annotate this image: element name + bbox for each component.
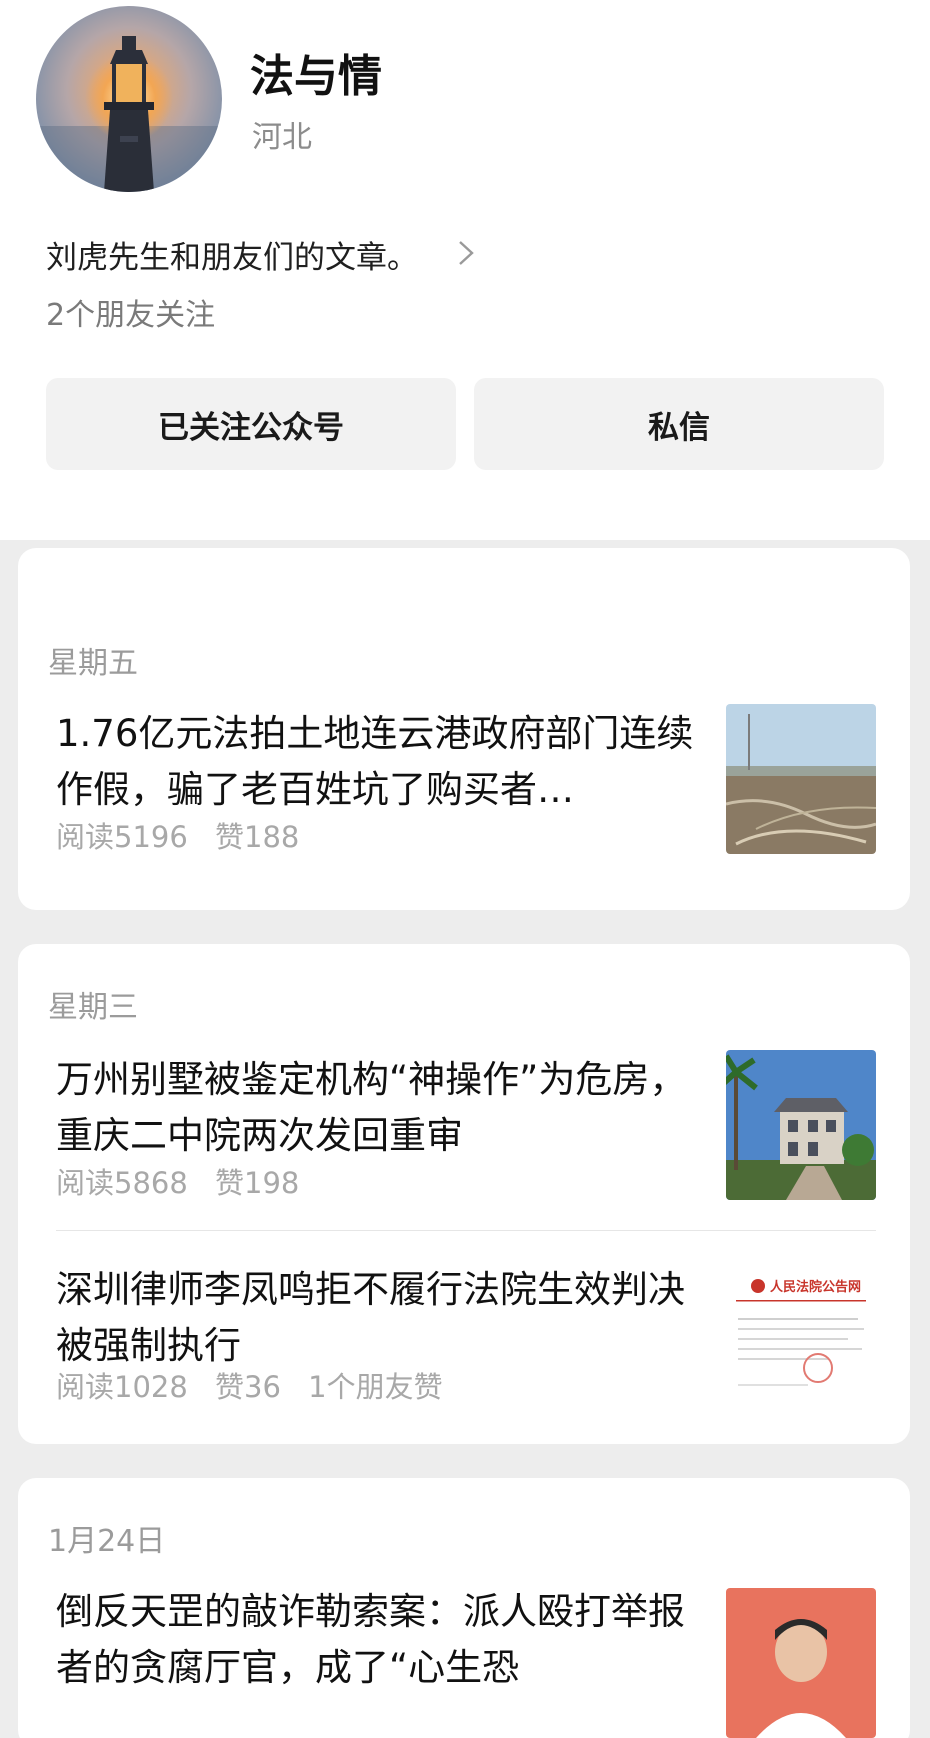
avatar[interactable] (36, 6, 222, 192)
article-thumbnail[interactable] (726, 704, 876, 854)
article-thumbnail[interactable] (726, 1588, 876, 1738)
feed-date: 星期三 (48, 990, 138, 1025)
article-title[interactable]: 倒反天罡的敲诈勒索案：派人殴打举报者的贪腐厅官，成了“心生恐 (56, 1584, 706, 1696)
friends-following-count: 2个朋友关注 (46, 298, 216, 333)
court-notice-image: 人民法院公告网 (726, 1256, 876, 1406)
lighthouse-icon (36, 36, 222, 192)
friend-like-count: 1个朋友赞 (308, 1370, 443, 1404)
article-title[interactable]: 万州别墅被鉴定机构“神操作”为危房，重庆二中院两次发回重审 (56, 1052, 706, 1164)
followed-account-button[interactable]: 已关注公众号 (46, 378, 456, 470)
like-count: 赞36 (215, 1370, 281, 1404)
read-count: 阅读1028 (56, 1370, 188, 1404)
read-count: 阅读5868 (56, 1166, 188, 1200)
article-feed: 星期五 1.76亿元法拍土地连云港政府部门连续作假，骗了老百姓坑了购买者… 阅读… (0, 540, 930, 1738)
article-title[interactable]: 深圳律师李凤鸣拒不履行法院生效判决被强制执行 (56, 1262, 706, 1374)
account-intro[interactable]: 刘虎先生和朋友们的文章。 (46, 232, 418, 277)
article-stats: 阅读5868 赞198 (56, 1160, 317, 1202)
person-image (726, 1588, 876, 1738)
villa-image (726, 1050, 876, 1200)
read-count: 阅读5196 (56, 820, 188, 854)
article-thumbnail[interactable]: 人民法院公告网 (726, 1256, 876, 1406)
profile-header: 法与情 河北 刘虎先生和朋友们的文章。 2个朋友关注 已关注公众号 私信 (0, 0, 930, 540)
feed-card: 1月24日 倒反天罡的敲诈勒索案：派人殴打举报者的贪腐厅官，成了“心生恐 (18, 1478, 910, 1738)
private-message-button[interactable]: 私信 (474, 378, 884, 470)
article-title[interactable]: 1.76亿元法拍土地连云港政府部门连续作假，骗了老百姓坑了购买者… (56, 706, 706, 818)
field-image (726, 704, 876, 854)
account-region: 河北 (252, 120, 312, 155)
article-stats: 阅读5196 赞188 (56, 814, 317, 856)
thumbnail-caption: 人民法院公告网 (770, 1279, 861, 1295)
feed-card: 星期三 万州别墅被鉴定机构“神操作”为危房，重庆二中院两次发回重审 阅读5868… (18, 944, 910, 1444)
feed-date: 1月24日 (48, 1524, 166, 1559)
divider (56, 1230, 876, 1231)
like-count: 赞188 (215, 820, 300, 854)
like-count: 赞198 (215, 1166, 300, 1200)
feed-date: 星期五 (48, 646, 138, 681)
feed-card: 星期五 1.76亿元法拍土地连云港政府部门连续作假，骗了老百姓坑了购买者… 阅读… (18, 548, 910, 910)
account-name: 法与情 (250, 51, 382, 102)
chevron-right-icon[interactable] (454, 238, 478, 268)
article-stats: 阅读1028 赞36 1个朋友赞 (56, 1364, 461, 1406)
article-thumbnail[interactable] (726, 1050, 876, 1200)
